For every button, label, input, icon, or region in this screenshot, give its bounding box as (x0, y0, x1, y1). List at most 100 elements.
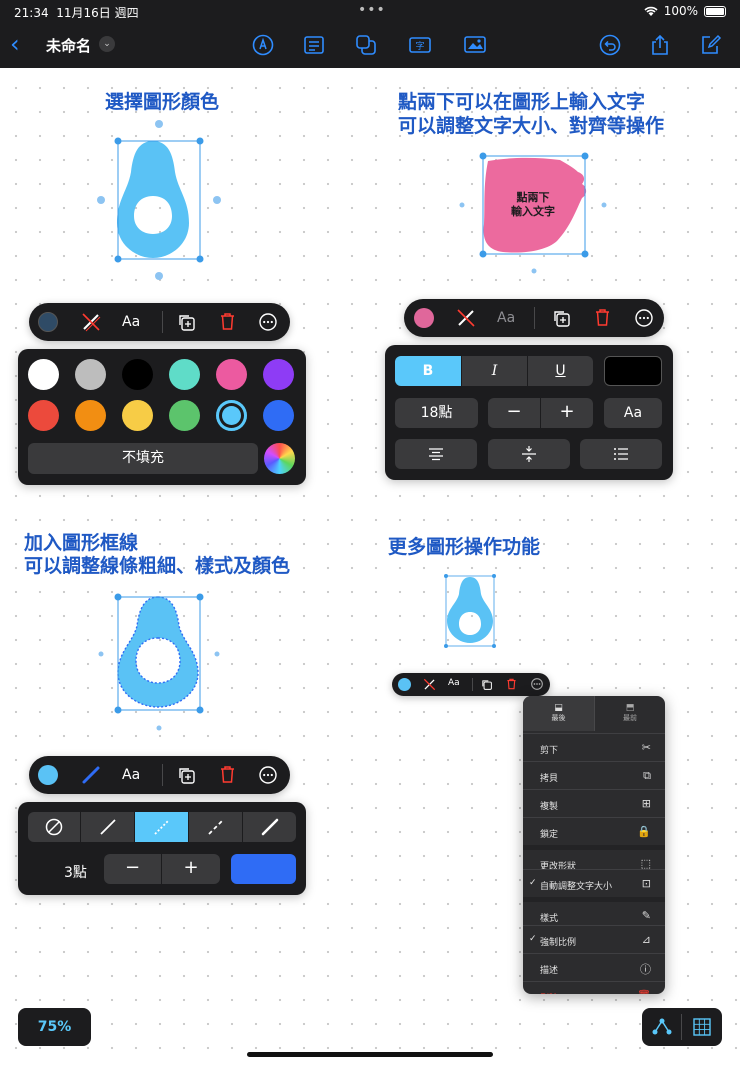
duplicate-icon[interactable] (552, 309, 570, 327)
app-toolbar: ‹ 未命名 ⌄ 字 (0, 24, 740, 68)
menu-item-lock[interactable]: 鎖定 🔒 (523, 817, 665, 841)
ratio-icon: ⊿ (641, 933, 651, 946)
shape-text-content[interactable]: 點兩下 輸入文字 (503, 191, 563, 219)
text-style-button[interactable]: Aa (122, 767, 140, 783)
color-swatch[interactable] (263, 400, 294, 431)
menu-item-duplicate[interactable]: 複製 ⊞ (523, 789, 665, 817)
menu-item-label: 刪除 (540, 991, 558, 994)
menu-item-ratio[interactable]: 強制比例 ✓ ⊿ (523, 925, 665, 953)
border-dashed-button[interactable] (189, 812, 242, 842)
trash-icon[interactable] (506, 678, 517, 690)
border-brush-button[interactable] (243, 812, 296, 842)
trash-icon[interactable] (219, 765, 236, 784)
font-size-decrease-button[interactable]: − (488, 398, 540, 428)
lock-icon: 🔒 (637, 825, 651, 838)
trash-icon[interactable] (594, 308, 611, 327)
title-menu-chevron-icon[interactable]: ⌄ (99, 36, 115, 52)
duplicate-icon[interactable] (177, 313, 195, 331)
color-swatch[interactable] (28, 359, 59, 390)
stroke-color-icon[interactable] (81, 765, 101, 785)
text-box-icon[interactable]: 字 (409, 34, 431, 56)
checkmark-icon: ✓ (529, 934, 537, 944)
menu-item-trash[interactable]: 刪除 🗑 (523, 981, 665, 994)
underline-button[interactable]: U (528, 356, 593, 386)
bring-to-front-button[interactable]: ⬒ 最前 (594, 696, 665, 731)
fill-shape-toolbar: Aa (29, 303, 290, 341)
stroke-none-icon[interactable] (81, 312, 101, 332)
zoom-level: 75% (37, 1019, 72, 1035)
checkmark-icon: ✓ (529, 878, 537, 888)
more-options-icon[interactable] (531, 678, 543, 690)
border-dotted-button[interactable] (135, 812, 188, 842)
menu-item-pen[interactable]: 樣式 ✎ (523, 897, 665, 925)
fill-color-button[interactable] (38, 765, 58, 785)
align-center-button[interactable] (395, 439, 477, 469)
more-options-icon[interactable] (259, 766, 277, 784)
menu-item-label: 描述 (540, 966, 559, 976)
color-swatch[interactable] (75, 400, 106, 431)
border-weight-decrease-button[interactable]: − (104, 854, 161, 884)
sticky-note-icon[interactable] (303, 34, 325, 56)
text-style-button[interactable]: Aa (497, 310, 515, 326)
share-icon[interactable] (649, 34, 671, 56)
color-swatch[interactable] (169, 359, 200, 390)
color-swatch[interactable] (75, 359, 106, 390)
send-to-back-button[interactable]: ⬓ 最後 (523, 696, 594, 731)
back-chevron-icon[interactable]: ‹ (10, 30, 20, 58)
document-title[interactable]: 未命名 (46, 35, 91, 56)
trash-icon: 🗑 (637, 989, 651, 994)
grid-icon[interactable] (693, 1018, 711, 1036)
media-icon[interactable] (464, 34, 488, 56)
home-indicator[interactable] (247, 1052, 493, 1057)
font-size-value: 18點 (395, 398, 478, 428)
fill-color-button[interactable] (414, 308, 434, 328)
avocado-shape-border[interactable] (90, 580, 230, 736)
vertical-align-button[interactable] (488, 439, 570, 469)
italic-button[interactable]: I (462, 356, 527, 386)
menu-item-shape[interactable]: 更改形狀 ⬚ (523, 845, 665, 872)
avocado-shape-fill[interactable] (90, 116, 230, 286)
menu-item-copy[interactable]: 拷貝 ⧉ (523, 761, 665, 789)
stroke-none-icon[interactable] (456, 308, 476, 328)
font-family-button[interactable]: Aa (604, 398, 662, 428)
duplicate-icon[interactable] (177, 766, 195, 784)
no-fill-button[interactable]: 不填充 (28, 443, 258, 474)
shapes-icon[interactable] (355, 34, 377, 56)
zoom-chip[interactable]: 75% (18, 1008, 91, 1046)
color-swatch-selected[interactable] (216, 400, 247, 431)
menu-item-scissors[interactable]: 剪下 ✂ (523, 733, 665, 761)
pen-icon: ✎ (641, 909, 651, 922)
color-swatch[interactable] (263, 359, 294, 390)
more-options-icon[interactable] (635, 309, 653, 327)
border-color-button[interactable] (231, 854, 296, 884)
color-swatch[interactable] (122, 359, 153, 390)
menu-item-autosize[interactable]: 自動調整文字大小 ✓ ⊡ (523, 869, 665, 897)
menu-item-info[interactable]: 描述 ⓘ (523, 953, 665, 981)
compose-icon[interactable] (700, 34, 722, 56)
text-style-button[interactable]: Aa (122, 314, 140, 330)
bold-button[interactable]: B (395, 356, 461, 386)
color-swatch[interactable] (28, 400, 59, 431)
fill-color-button[interactable] (398, 678, 411, 691)
duplicate-icon[interactable] (481, 679, 492, 690)
connector-tool-icon[interactable] (652, 1018, 672, 1036)
pen-tool-icon[interactable] (252, 34, 274, 56)
fill-color-button[interactable] (38, 312, 58, 332)
trash-icon[interactable] (219, 312, 236, 331)
avocado-shape-small[interactable] (438, 568, 510, 652)
list-button[interactable] (580, 439, 662, 469)
custom-color-wheel-icon[interactable] (264, 443, 295, 474)
color-swatch[interactable] (122, 400, 153, 431)
text-color-button[interactable] (604, 356, 662, 386)
border-solid-button[interactable] (81, 812, 134, 842)
border-none-button[interactable] (28, 812, 80, 842)
more-options-icon[interactable] (259, 313, 277, 331)
color-swatch[interactable] (169, 400, 200, 431)
color-swatch[interactable] (216, 359, 247, 390)
multitasking-dots[interactable]: ••• (358, 2, 386, 18)
undo-icon[interactable] (599, 34, 621, 56)
font-size-increase-button[interactable]: + (541, 398, 593, 428)
text-style-button[interactable]: Aa (448, 678, 460, 688)
border-weight-increase-button[interactable]: + (162, 854, 220, 884)
stroke-none-icon[interactable] (423, 678, 436, 691)
